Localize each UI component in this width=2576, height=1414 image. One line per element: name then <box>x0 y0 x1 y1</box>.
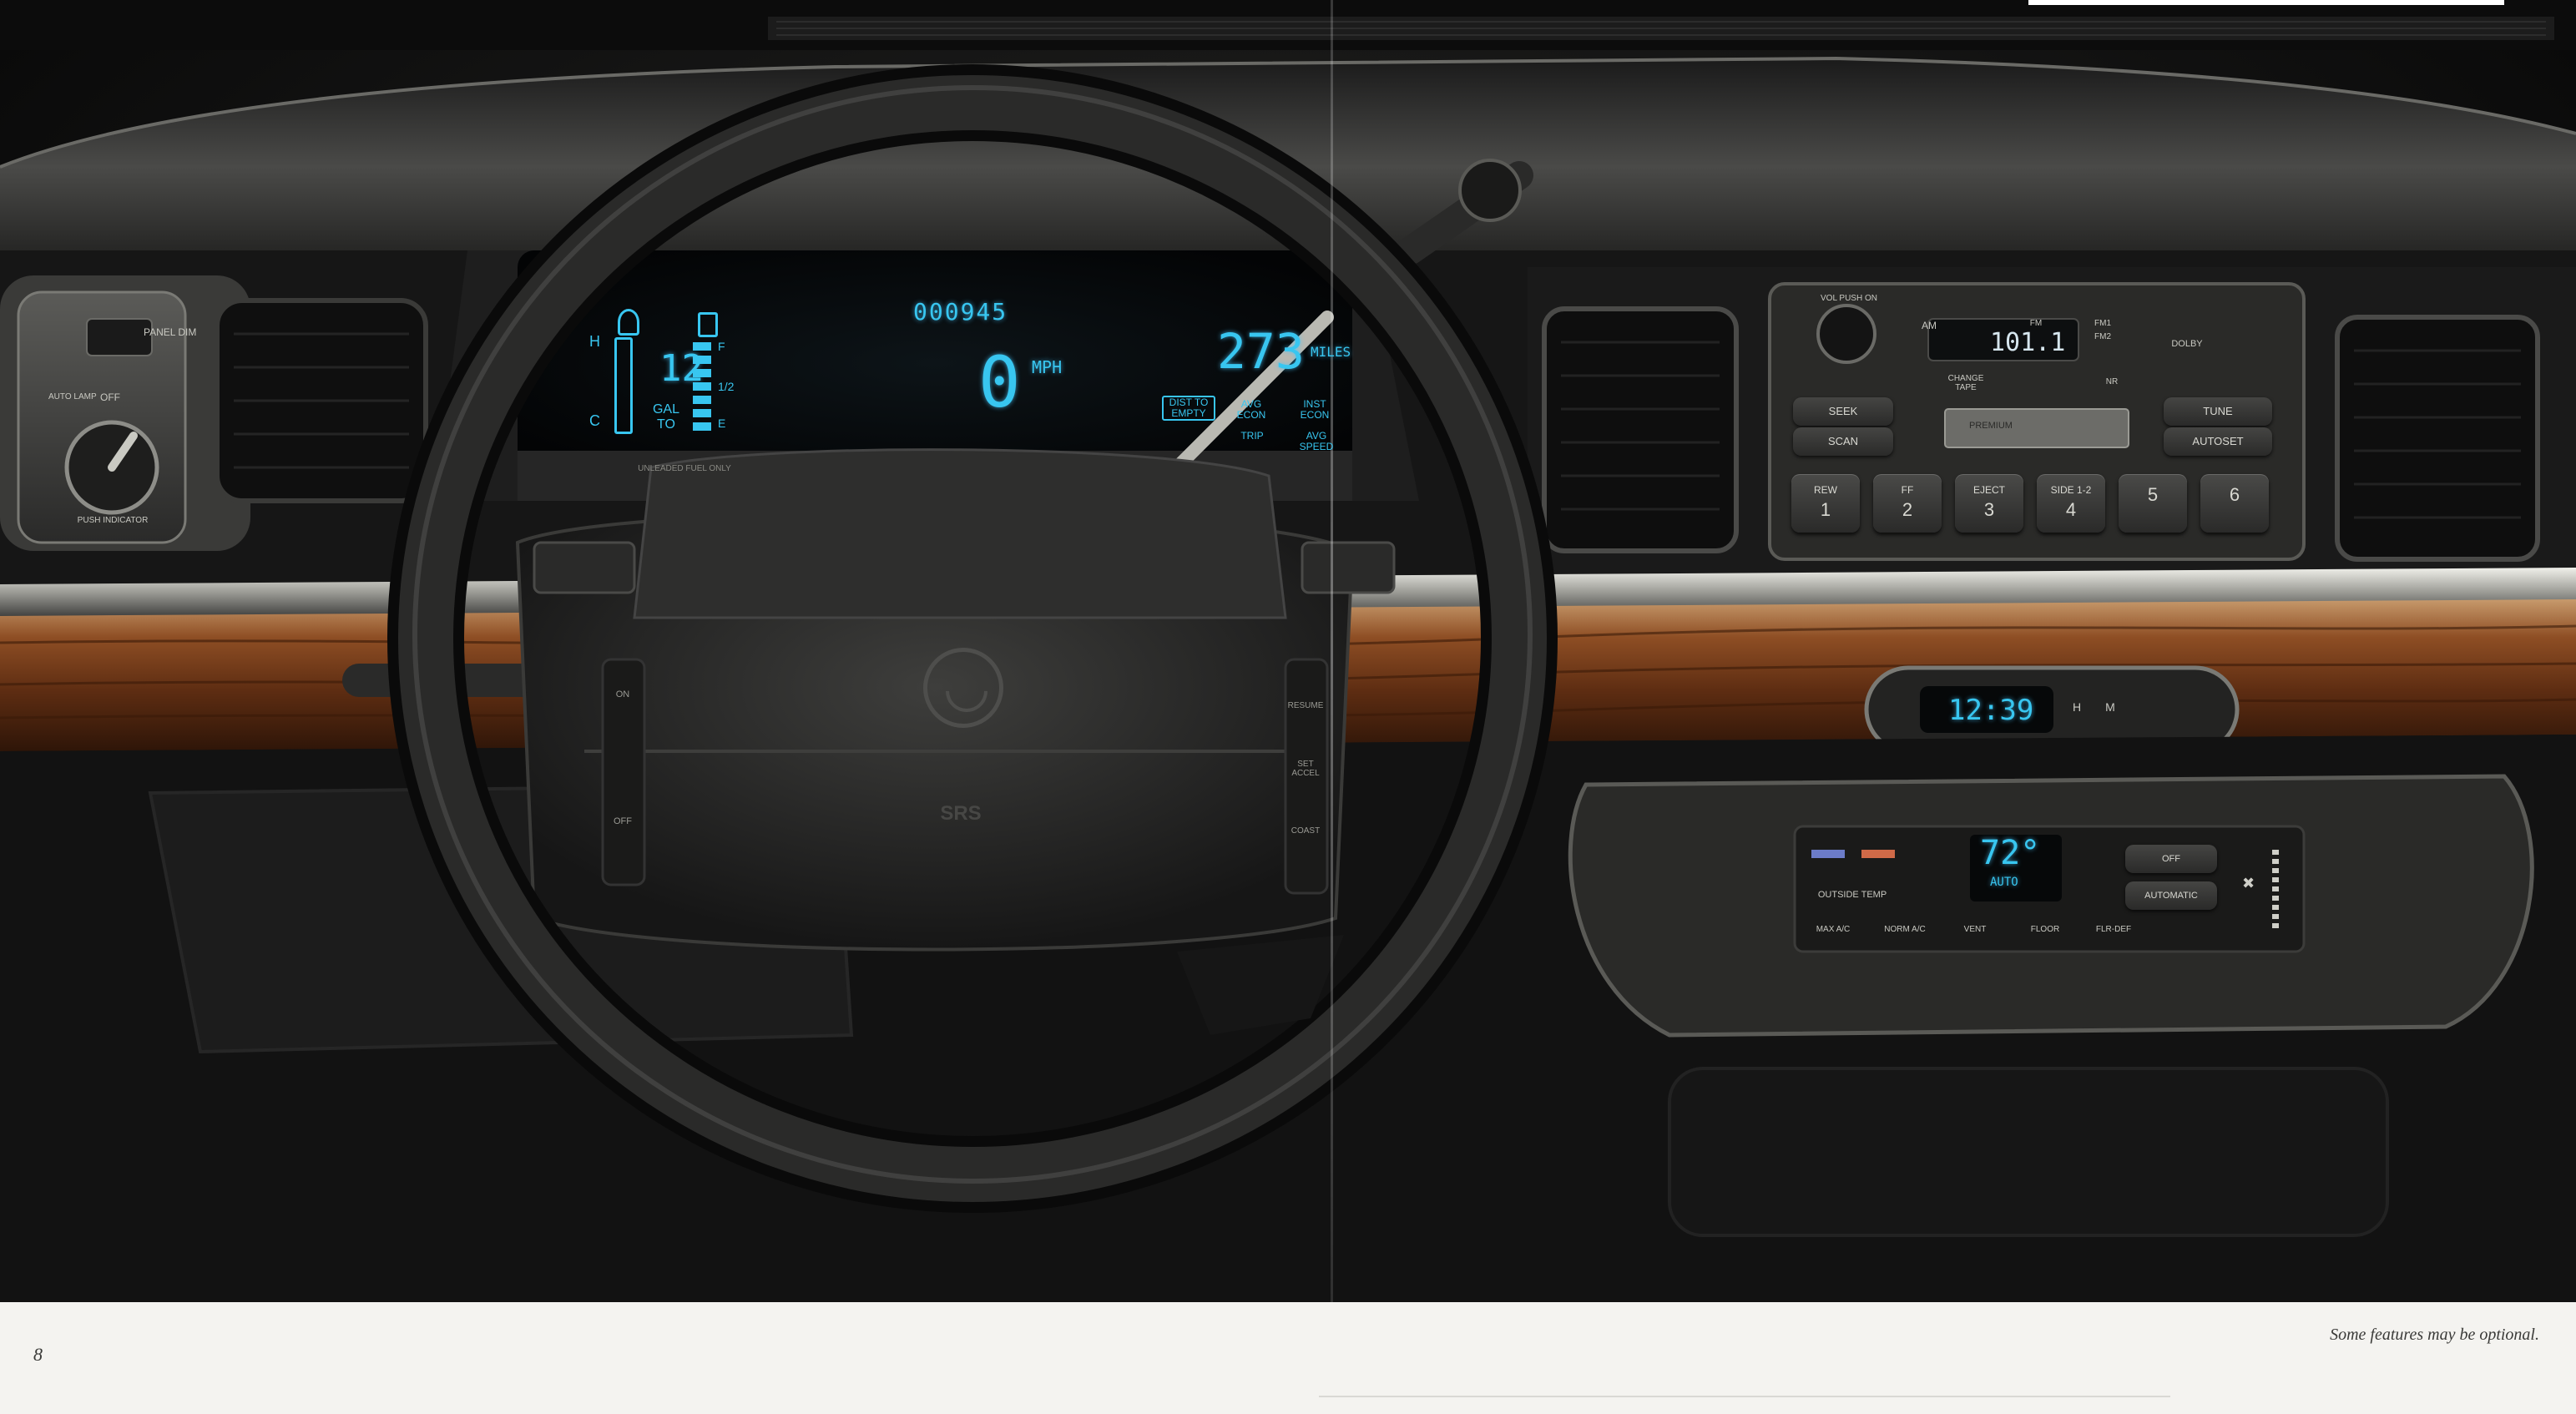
dolby-nr-button[interactable]: NR <box>2095 377 2129 386</box>
avg-speed-button[interactable]: AVG SPEED <box>1296 430 1337 452</box>
scan-label: SCAN <box>1827 435 1859 447</box>
fan-icon[interactable]: ✖ <box>2242 876 2257 891</box>
preset-6-button[interactable]: 6 <box>2200 474 2269 533</box>
inst-econ-button[interactable]: INST ECON <box>1294 398 1336 421</box>
fan-speed-bar <box>2272 850 2279 930</box>
push-indicator-label: PUSH INDICATOR <box>77 516 149 525</box>
page-number: 8 <box>33 1344 43 1365</box>
preset-6-number: 6 <box>2229 484 2240 505</box>
preset-1-sub: REW <box>1814 484 1837 496</box>
preset-4-sub: SIDE 1-2 <box>2050 484 2092 496</box>
climate-off-button[interactable]: OFF <box>2125 845 2217 873</box>
trip-button[interactable]: TRIP <box>1235 430 1269 442</box>
temp-gauge-bar <box>614 337 633 434</box>
fuel-f-label: F <box>718 340 725 353</box>
dolby-button[interactable]: DOLBY <box>2162 339 2212 349</box>
vent-button[interactable]: VENT <box>1950 925 2000 934</box>
dist-to-empty-button[interactable]: DIST TO EMPTY <box>1162 396 1215 422</box>
max-ac-button[interactable]: MAX A/C <box>1806 925 1860 934</box>
norm-ac-button[interactable]: NORM A/C <box>1873 925 1937 934</box>
avg-econ-button[interactable]: AVG ECON <box>1230 398 1272 421</box>
preset-5-number: 5 <box>2147 484 2159 505</box>
preset-3-number: 3 <box>1983 499 1995 520</box>
dashboard-photo: PANEL DIM AUTO LAMP OFF PUSH INDICATOR H… <box>0 0 2576 1302</box>
volume-knob[interactable] <box>1818 306 1875 362</box>
preset-2-number: 2 <box>1902 499 1913 520</box>
autoset-label: AUTOSET <box>2192 435 2244 447</box>
optional-features-note: Some features may be optional. <box>2330 1326 2539 1344</box>
scan-button[interactable]: SCAN <box>1793 427 1893 456</box>
fuel-pump-icon <box>698 312 718 337</box>
fuel-e-label: E <box>718 417 726 430</box>
preset-1-button[interactable]: REW 1 <box>1791 474 1860 533</box>
change-tape-button[interactable]: CHANGE TAPE <box>1937 374 1995 392</box>
fm2-label: FM2 <box>2094 332 2111 341</box>
cruise-on-button[interactable]: ON <box>604 689 641 699</box>
preset-3-sub: EJECT <box>1972 484 2005 496</box>
odometer: 000945 <box>913 298 1008 326</box>
climate-mode: AUTO <box>1990 876 2018 889</box>
speed-readout: 0 <box>978 341 1021 423</box>
miles-unit: MILES <box>1311 344 1351 360</box>
preset-5-button[interactable]: 5 <box>2119 474 2187 533</box>
preset-2-sub: FF <box>1901 484 1914 496</box>
off-label: OFF <box>100 391 120 403</box>
speed-unit: MPH <box>1032 357 1063 377</box>
cassette-door-label: PREMIUM <box>1969 421 2013 431</box>
cruise-resume-button[interactable]: RESUME <box>1280 701 1331 710</box>
seek-button[interactable]: SEEK <box>1793 397 1893 426</box>
clock-h-button[interactable]: H <box>2067 700 2087 714</box>
preset-3-button[interactable]: EJECT 3 <box>1955 474 2023 533</box>
fm-label: FM <box>2029 319 2043 328</box>
cruise-set-accel-button[interactable]: SET ACCEL <box>1287 760 1324 778</box>
fm1-label: FM1 <box>2094 319 2111 328</box>
temp-h-label: H <box>589 333 600 350</box>
radio-frequency: 101.1 <box>1990 328 2066 357</box>
clock-time: 12:39 <box>1948 694 2034 727</box>
clock-m-button[interactable]: M <box>2100 700 2120 714</box>
outside-temp-button[interactable]: OUTSIDE TEMP <box>1806 890 1898 900</box>
climate-temperature: 72° <box>1980 834 2041 872</box>
flr-def-button[interactable]: FLR-DEF <box>2087 925 2140 934</box>
fuel-gauge-bar <box>693 342 711 434</box>
cruise-off-button[interactable]: OFF <box>604 816 641 826</box>
srs-label: SRS <box>940 802 982 825</box>
autoset-button[interactable]: AUTOSET <box>2164 427 2272 456</box>
preset-4-number: 4 <box>2065 499 2077 520</box>
mercury-emblem-icon <box>923 648 1003 728</box>
panel-dim-label: PANEL DIM <box>144 326 197 338</box>
headlamp-knob[interactable] <box>67 422 157 513</box>
page-footer: 8 Some features may be optional. <box>0 1302 2576 1414</box>
am-button[interactable]: AM <box>1917 320 1942 331</box>
floor-button[interactable]: FLOOR <box>2020 925 2070 934</box>
footer-rule <box>1319 1396 2170 1397</box>
preset-1-number: 1 <box>1820 499 1831 520</box>
climate-automatic-button[interactable]: AUTOMATIC <box>2125 881 2217 910</box>
auto-lamp-label: AUTO LAMP <box>48 392 97 401</box>
preset-4-button[interactable]: SIDE 1-2 4 <box>2037 474 2105 533</box>
trip-miles: 273 <box>1217 323 1305 380</box>
climate-automatic-label: AUTOMATIC <box>2144 891 2198 901</box>
temp-c-label: C <box>589 412 600 429</box>
coolant-icon <box>618 309 639 336</box>
volume-label: VOL PUSH ON <box>1821 294 1877 303</box>
tune-label: TUNE <box>2203 405 2233 417</box>
fuel-half-label: 1/2 <box>718 380 735 393</box>
seek-label: SEEK <box>1828 405 1858 417</box>
page-fold <box>1331 0 1333 1302</box>
climate-off-label: OFF <box>2162 854 2180 864</box>
dashboard-illustration <box>0 0 2576 1302</box>
fuel-gal-label: GAL TO <box>652 402 679 432</box>
fuel-note: UNLEADED FUEL ONLY <box>638 464 731 473</box>
preset-2-button[interactable]: FF 2 <box>1873 474 1942 533</box>
tune-button[interactable]: TUNE <box>2164 397 2272 426</box>
cruise-coast-button[interactable]: COAST <box>1284 826 1327 836</box>
